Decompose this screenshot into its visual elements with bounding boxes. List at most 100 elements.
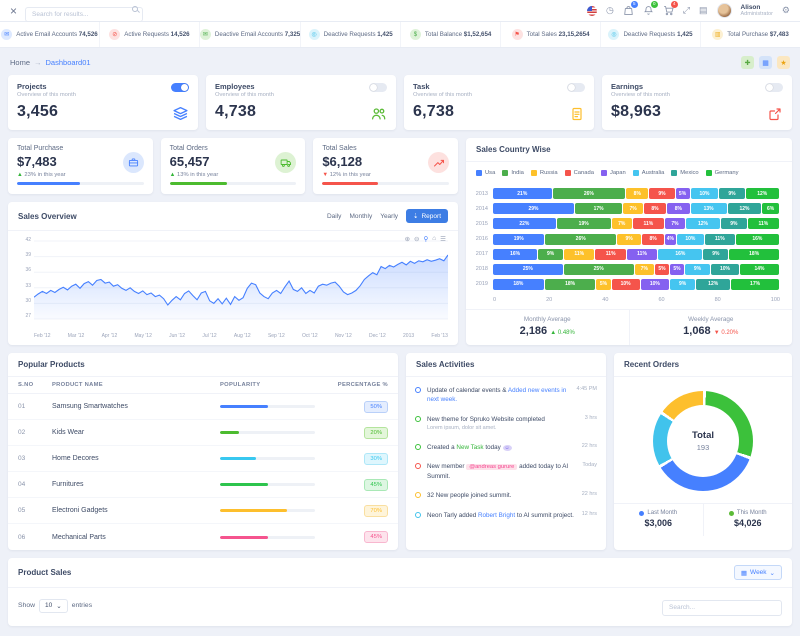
stacked-bar[interactable]: 19% 26% 9% 8% 4% 10% 11% 16% bbox=[493, 233, 780, 245]
toggle-knob bbox=[181, 84, 188, 91]
stacked-bar[interactable]: 29% 17% 7% 8% 8% 13% 12% 6% bbox=[493, 203, 780, 215]
activity-item[interactable]: Update of calendar events & Added new ev… bbox=[415, 381, 597, 410]
table-row[interactable]: 06 Mechanical Parts 45% bbox=[8, 524, 398, 550]
toggle-switch[interactable] bbox=[765, 83, 783, 92]
toggle-switch[interactable] bbox=[567, 83, 585, 92]
breadcrumb-separator-icon: → bbox=[34, 58, 42, 67]
row-number: 04 bbox=[18, 481, 26, 488]
legend-mexico[interactable]: Mexico bbox=[671, 170, 699, 176]
settings-gear-icon[interactable]: ⚙ bbox=[782, 6, 790, 15]
language-flag-icon[interactable] bbox=[586, 5, 597, 16]
bar-segment-canada: 8% bbox=[643, 203, 667, 215]
table-row[interactable]: 04 Furnitures 45% bbox=[8, 472, 398, 498]
table-row[interactable]: 05 Electroni Gadgets 70% bbox=[8, 498, 398, 524]
stacked-bar[interactable]: 25% 25% 7% 5% 5% 9% 10% 14% bbox=[493, 263, 780, 275]
stacked-bar[interactable]: 18% 18% 5% 10% 10% 9% 12% 17% bbox=[493, 278, 780, 290]
toggle-knob bbox=[568, 84, 575, 91]
toggle-switch[interactable] bbox=[171, 83, 189, 92]
bar-segment-japan: 5% bbox=[675, 188, 690, 200]
toggle-switch[interactable] bbox=[369, 83, 387, 92]
table-row[interactable]: 02 Kids Wear 20% bbox=[8, 420, 398, 446]
ticker-item[interactable]: ✉ Deactive Email Accounts 7,325 bbox=[199, 22, 302, 47]
activity-link[interactable]: New Task bbox=[456, 444, 483, 451]
quick-action-star-button[interactable]: ★ bbox=[777, 56, 790, 69]
clock-icon[interactable]: ◷ bbox=[606, 6, 614, 15]
quick-action-add-button[interactable]: ✚ bbox=[741, 56, 754, 69]
column-header: POPULARITY bbox=[220, 382, 261, 388]
report-button[interactable]: ⇣ Report bbox=[406, 209, 448, 223]
week-filter-button[interactable]: ▦ Week ⌄ bbox=[733, 565, 782, 580]
search-input[interactable] bbox=[25, 7, 144, 22]
bar-segment-germany: 6% bbox=[762, 203, 779, 215]
chart-menu-icon[interactable]: ☰ bbox=[440, 235, 446, 243]
global-search[interactable] bbox=[25, 3, 144, 22]
legend-canada[interactable]: Canada bbox=[564, 170, 594, 176]
bar-segment-japan: 5% bbox=[670, 263, 684, 275]
bar-segment-germany: 18% bbox=[729, 248, 780, 260]
activity-item[interactable]: Created a New Task today ☺ 22 hrs bbox=[415, 438, 597, 458]
home-icon[interactable]: ⌂ bbox=[432, 235, 436, 243]
total-card: Total Purchase $7,483 ▲ 23% in this year bbox=[8, 138, 153, 194]
selection-zoom-icon[interactable]: ⚲ bbox=[423, 235, 428, 243]
stacked-bar[interactable]: 21% 26% 8% 9% 5% 10% 9% 12% bbox=[493, 188, 780, 200]
table-row[interactable]: 01 Samsung Smartwatches 50% bbox=[8, 394, 398, 420]
stacked-bar[interactable]: 16% 9% 11% 11% 11% 16% 9% 18% bbox=[493, 248, 780, 260]
bar-segment-australia: 10% bbox=[690, 188, 719, 200]
table-row[interactable]: 03 Home Decores 30% bbox=[8, 446, 398, 472]
zoom-out-icon[interactable]: ⊖ bbox=[414, 235, 419, 243]
total-card-title: Total Sales bbox=[322, 145, 357, 152]
stacked-bar[interactable]: 22% 19% 7% 11% 7% 12% 9% 11% bbox=[493, 218, 780, 230]
ticker-item[interactable]: ⊘ Active Requests 14,526 bbox=[100, 22, 200, 47]
bar-segment-australia: 10% bbox=[676, 233, 704, 245]
activity-text: New theme for Spruko Website completed Lo… bbox=[427, 415, 579, 433]
sales-overview-chart[interactable]: ⊕ ⊖ ⚲ ⌂ ☰ 42 39 36 33 30 27 Feb '12 Mar '12 Apr… bbox=[8, 231, 458, 345]
messages-icon[interactable]: 5 bbox=[623, 1, 638, 16]
activity-item[interactable]: New member @andreas gurure added today t… bbox=[415, 457, 597, 486]
legend-germany[interactable]: Germany bbox=[705, 170, 739, 176]
range-monthly[interactable]: Monthly bbox=[349, 213, 372, 220]
row-number: 05 bbox=[18, 507, 26, 514]
ticker-item[interactable]: ✉ Active Email Accounts 74,526 bbox=[0, 22, 100, 47]
legend-india[interactable]: India bbox=[502, 170, 524, 176]
activity-item[interactable]: Neon Tarly added Robert Bright to AI sum… bbox=[415, 506, 597, 525]
dollar-icon: $ bbox=[409, 29, 421, 40]
notifications-icon[interactable]: 0 bbox=[643, 1, 658, 16]
activity-item[interactable]: 32 New people joined summit. 22 hrs bbox=[415, 486, 597, 505]
range-yearly[interactable]: Yearly bbox=[380, 213, 398, 220]
zoom-in-icon[interactable]: ⊕ bbox=[405, 235, 410, 243]
ticker-item[interactable]: ▥ Total Purchase $7,483 bbox=[701, 22, 800, 47]
stacked-bar-chart[interactable]: 2013 21% 26% 8% 9% 5% 10% 9% 12% 2014 29% 17% 7% 8% 8%… bbox=[466, 180, 792, 294]
legend-dot-icon bbox=[728, 510, 734, 516]
ticker-item[interactable]: ◎ Deactive Requests 1,425 bbox=[301, 22, 402, 47]
table-search-input[interactable] bbox=[662, 599, 782, 616]
legend-russia[interactable]: Russia bbox=[530, 170, 558, 176]
activity-time: Today bbox=[582, 462, 597, 469]
activity-link[interactable]: Robert Bright bbox=[478, 512, 515, 519]
ticker-item[interactable]: ◎ Deactive Requests 1,425 bbox=[601, 22, 702, 47]
range-daily[interactable]: Daily bbox=[327, 213, 341, 220]
orders-donut-chart[interactable]: Total 193 bbox=[653, 391, 753, 491]
page-size-select[interactable]: 10 ⌄ bbox=[39, 598, 68, 613]
ticker-item[interactable]: ⚑ Total Sales 23,15,2654 bbox=[501, 22, 602, 47]
bar-segment-germany: 17% bbox=[731, 278, 780, 290]
chart-toolbar[interactable]: ⊕ ⊖ ⚲ ⌂ ☰ bbox=[405, 235, 446, 243]
activity-item[interactable]: New theme for Spruko Website completed Lo… bbox=[415, 410, 597, 438]
activity-link[interactable]: @andreas gurure bbox=[466, 464, 518, 471]
fullscreen-icon[interactable]: ⤢ bbox=[683, 6, 690, 15]
legend-australia[interactable]: Australia bbox=[632, 170, 664, 176]
cart-icon[interactable]: 4 bbox=[663, 1, 678, 16]
bar-segment-mexico: 9% bbox=[719, 188, 745, 200]
user-meta[interactable]: Alison Administrator bbox=[741, 4, 773, 17]
close-icon[interactable]: × bbox=[10, 5, 17, 17]
breadcrumb-home[interactable]: Home bbox=[10, 58, 30, 67]
row-number: 02 bbox=[18, 429, 26, 436]
ticker-item[interactable]: $ Total Balance $1,52,654 bbox=[401, 22, 502, 47]
legend-usa[interactable]: Usa bbox=[476, 170, 495, 176]
activity-time: 22 hrs bbox=[581, 442, 597, 449]
user-avatar[interactable] bbox=[716, 3, 732, 18]
bar-segment-usa: 21% bbox=[493, 188, 552, 200]
quick-action-chart-button[interactable]: ▦ bbox=[759, 56, 772, 69]
sidebar-toggle-icon[interactable]: ▤ bbox=[699, 6, 708, 15]
legend-japan[interactable]: Japan bbox=[600, 170, 626, 176]
year-label: 2017 bbox=[475, 251, 488, 258]
